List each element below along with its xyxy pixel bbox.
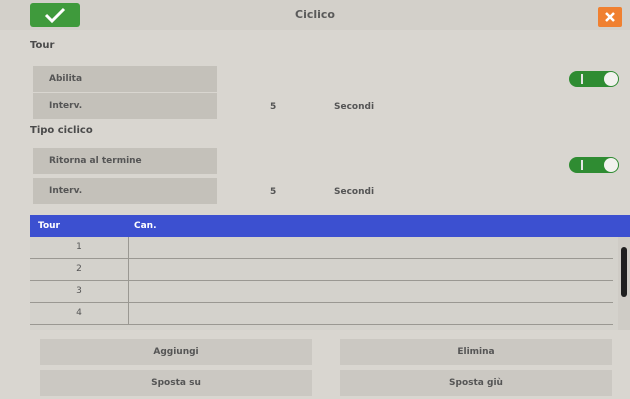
tour-interval-unit: Secondi [334,102,375,112]
cell-divider [128,237,129,259]
cell-divider [128,303,129,325]
cycle-section-title: Tipo ciclico [30,125,93,136]
cell-divider [128,259,129,281]
return-at-end-label: Ritorna al termine [33,148,217,174]
delete-button[interactable]: Elimina [340,339,612,365]
tour-section-title: Tour [30,40,55,51]
header-tour: Tour [38,221,60,231]
table-row[interactable]: 3 [30,281,613,303]
toggle-on-mark [581,160,583,170]
close-icon [605,12,615,22]
cell-divider [128,281,129,303]
close-button[interactable] [598,7,622,27]
row-tour-number: 3 [76,286,82,296]
table-header: Tour Can. [30,215,630,237]
return-at-end-toggle[interactable] [569,157,619,173]
cycle-interval-value[interactable]: 5 [270,187,276,197]
table-scrollbar[interactable] [618,237,630,330]
cycle-interval-unit: Secondi [334,187,375,197]
move-down-button[interactable]: Sposta giù [340,370,612,396]
tour-channel-table: Tour Can. 1 2 3 4 [30,215,630,330]
toggle-on-mark [581,74,583,84]
row-tour-number: 2 [76,264,82,274]
enable-label: Abilita [33,66,217,92]
header-channel: Can. [134,221,157,231]
table-row[interactable]: 2 [30,259,613,281]
scrollbar-thumb[interactable] [621,247,627,297]
toggle-knob [604,72,618,86]
window-title: Ciclico [295,8,335,21]
tour-interval-value[interactable]: 5 [270,102,276,112]
tour-interval-label: Interv. [33,93,217,119]
add-button[interactable]: Aggiungi [40,339,312,365]
table-row[interactable]: 1 [30,237,613,259]
table-row[interactable]: 4 [30,303,613,325]
move-up-button[interactable]: Sposta su [40,370,312,396]
toggle-knob [604,158,618,172]
row-tour-number: 1 [76,242,82,252]
enable-toggle[interactable] [569,71,619,87]
cycle-interval-label: Interv. [33,178,217,204]
title-bar: Ciclico [0,0,630,30]
row-tour-number: 4 [76,308,82,318]
